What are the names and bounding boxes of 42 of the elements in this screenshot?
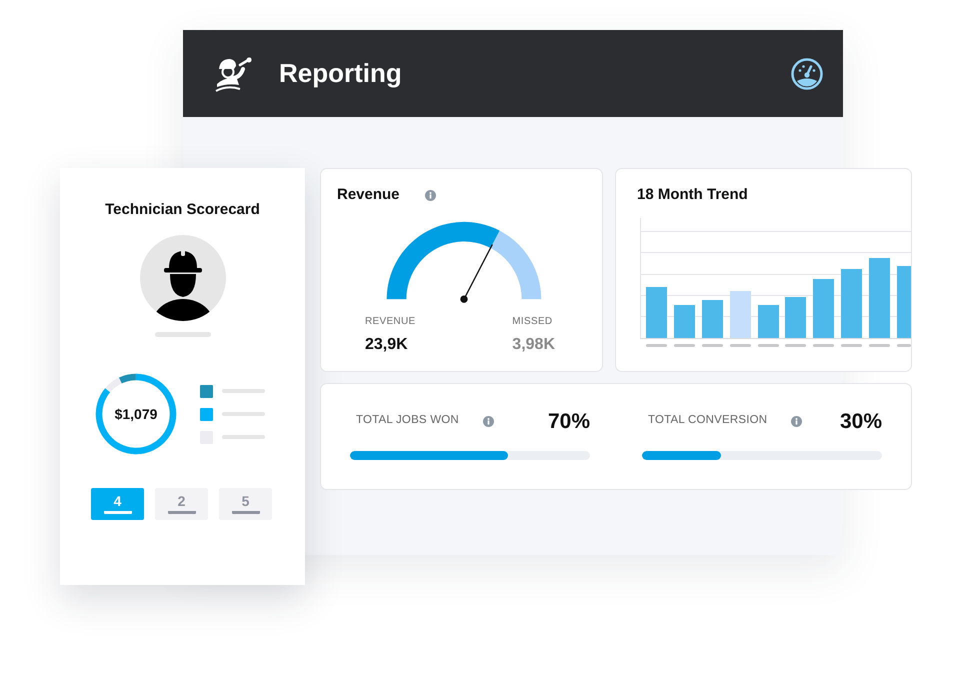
highlighted-chart-bar [730, 291, 751, 338]
gauge-needle [460, 244, 493, 303]
chart-bar [897, 266, 911, 338]
metric-label: TOTAL CONVERSION [648, 413, 768, 428]
info-icon [424, 190, 436, 200]
metric-value: 30% [840, 410, 882, 432]
axis-label-placeholder [646, 344, 667, 347]
placeholder-bar [154, 332, 210, 337]
stat-label: MISSED [512, 315, 554, 329]
chart-bar [646, 287, 667, 338]
axis-label-placeholder [813, 344, 834, 347]
count-tab[interactable]: 4 [91, 488, 144, 520]
axis-label-placeholder [785, 344, 806, 347]
chart-bar [841, 269, 862, 338]
hardhat-avatar-icon [140, 235, 226, 321]
chart-bar [785, 297, 806, 338]
chart-bar [813, 279, 834, 338]
axis-label-placeholder [841, 344, 862, 347]
chart-bar [674, 305, 695, 338]
info-icon [791, 416, 802, 426]
card-title: Revenue [337, 185, 400, 205]
axis-label-placeholder [869, 344, 890, 347]
donut-value: $1,079 [114, 404, 158, 424]
stat-value: 3,98K [512, 335, 555, 355]
card-title: Technician Scorecard [105, 201, 260, 219]
stat-value: 23,9K [365, 335, 409, 355]
metric-label: TOTAL JOBS WON [356, 413, 459, 428]
count-tab[interactable]: 5 [219, 488, 272, 520]
axis-label-placeholder [674, 344, 695, 347]
speedometer-icon [791, 58, 823, 90]
window-title: Reporting [279, 58, 402, 90]
chart-bar [702, 300, 723, 338]
info-icon [482, 416, 494, 426]
axis-label-placeholder [897, 344, 911, 347]
axis-label-placeholder [730, 344, 751, 347]
chart-bar [758, 305, 779, 338]
axis-label-placeholder [702, 344, 723, 347]
stat-label: REVENUE [365, 315, 416, 329]
card-title: 18 Month Trend [637, 185, 749, 205]
axis-label-placeholder [758, 344, 779, 347]
count-tab[interactable]: 2 [155, 488, 208, 520]
metric-value: 70% [548, 410, 590, 432]
